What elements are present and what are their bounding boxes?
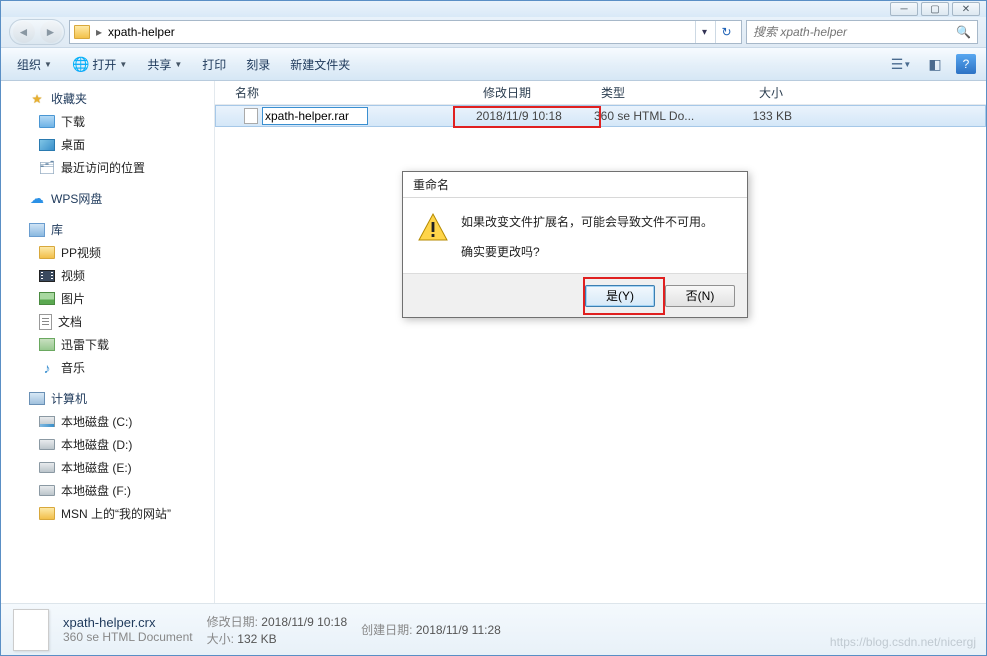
nav-recent[interactable]: 🗂最近访问的位置 xyxy=(1,156,214,179)
column-type[interactable]: 类型 xyxy=(593,84,713,101)
column-headers: 名称 修改日期 类型 大小 xyxy=(215,81,986,105)
music-icon: ♪ xyxy=(39,360,55,376)
star-icon: ★ xyxy=(29,91,45,107)
desktop-icon xyxy=(39,139,55,151)
nav-d-drive[interactable]: 本地磁盘 (D:) xyxy=(1,433,214,456)
dialog-message-2: 确实要更改吗? xyxy=(461,242,713,264)
nav-msn-site[interactable]: MSN 上的“我的网站” xyxy=(1,502,214,525)
cloud-icon: ☁ xyxy=(29,191,45,207)
preview-pane-button[interactable]: ◧ xyxy=(922,53,948,75)
breadcrumb[interactable]: ▸ xpath-helper ▾ ↻ xyxy=(69,20,742,44)
explorer-window: ─ ▢ ✕ ◄ ► ▸ xpath-helper ▾ ↻ 🔍 组织 ▼ 🌐打开 … xyxy=(0,0,987,656)
print-button[interactable]: 打印 xyxy=(196,53,232,76)
download-icon xyxy=(39,338,55,351)
details-filetype: 360 se HTML Document xyxy=(63,630,193,644)
nav-libraries-header[interactable]: 库 xyxy=(1,218,214,241)
forward-button[interactable]: ► xyxy=(40,21,62,43)
nav-videos[interactable]: 视频 xyxy=(1,264,214,287)
search-icon[interactable]: 🔍 xyxy=(956,25,971,39)
download-folder-icon xyxy=(39,115,55,128)
file-row[interactable]: 2018/11/9 10:18 360 se HTML Do... 133 KB xyxy=(215,105,986,127)
drive-icon xyxy=(39,462,55,473)
details-size-label: 大小: xyxy=(207,632,234,646)
file-large-icon xyxy=(13,609,49,651)
folder-icon xyxy=(74,25,90,39)
burn-button[interactable]: 刻录 xyxy=(240,53,276,76)
warning-icon xyxy=(417,212,449,244)
details-size: 132 KB xyxy=(237,632,276,646)
picture-icon xyxy=(39,292,55,305)
nav-favorites-header[interactable]: ★收藏夹 xyxy=(1,87,214,110)
nav-downloads[interactable]: 下载 xyxy=(1,110,214,133)
recent-icon: 🗂 xyxy=(39,160,55,176)
new-folder-button[interactable]: 新建文件夹 xyxy=(284,53,356,76)
refresh-button[interactable]: ↻ xyxy=(715,21,737,43)
details-moddate: 2018/11/9 10:18 xyxy=(261,615,347,629)
nav-pictures[interactable]: 图片 xyxy=(1,287,214,310)
dialog-message-1: 如果改变文件扩展名，可能会导致文件不可用。 xyxy=(461,212,713,234)
toolbar: 组织 ▼ 🌐打开 ▼ 共享 ▼ 打印 刻录 新建文件夹 ☰ ▼ ◧ ? xyxy=(1,47,986,81)
view-options-button[interactable]: ☰ ▼ xyxy=(888,53,914,75)
file-type: 360 se HTML Do... xyxy=(594,109,714,123)
share-menu[interactable]: 共享 ▼ xyxy=(141,53,188,76)
dialog-title: 重命名 xyxy=(403,172,747,198)
rename-dialog: 重命名 如果改变文件扩展名，可能会导致文件不可用。 确实要更改吗? 是(Y) 否… xyxy=(402,171,748,318)
content-area: ★收藏夹 下载 桌面 🗂最近访问的位置 ☁WPS网盘 库 PP视频 视频 图片 … xyxy=(1,81,986,603)
titlebar: ─ ▢ ✕ xyxy=(1,1,986,17)
column-date[interactable]: 修改日期 xyxy=(475,84,593,101)
computer-icon xyxy=(29,392,45,405)
navigation-pane: ★收藏夹 下载 桌面 🗂最近访问的位置 ☁WPS网盘 库 PP视频 视频 图片 … xyxy=(1,81,215,603)
open-menu[interactable]: 🌐打开 ▼ xyxy=(66,53,133,76)
nav-e-drive[interactable]: 本地磁盘 (E:) xyxy=(1,456,214,479)
globe-icon: 🌐 xyxy=(72,56,89,73)
details-moddate-label: 修改日期: xyxy=(207,615,258,629)
file-date: 2018/11/9 10:18 xyxy=(476,109,594,123)
path-separator-icon: ▸ xyxy=(96,25,102,39)
drive-icon xyxy=(39,439,55,450)
document-icon xyxy=(39,314,52,330)
search-box[interactable]: 🔍 xyxy=(746,20,978,44)
nav-f-drive[interactable]: 本地磁盘 (F:) xyxy=(1,479,214,502)
drive-icon xyxy=(39,416,55,427)
maximize-button[interactable]: ▢ xyxy=(921,2,949,16)
file-size: 133 KB xyxy=(714,109,792,123)
folder-icon xyxy=(39,246,55,259)
nav-back-forward: ◄ ► xyxy=(9,19,65,45)
minimize-button[interactable]: ─ xyxy=(890,2,918,16)
column-name[interactable]: 名称 xyxy=(215,84,475,101)
nav-desktop[interactable]: 桌面 xyxy=(1,133,214,156)
details-created: 2018/11/9 11:28 xyxy=(416,623,501,637)
organize-menu[interactable]: 组织 ▼ xyxy=(11,53,58,76)
nav-c-drive[interactable]: 本地磁盘 (C:) xyxy=(1,410,214,433)
path-dropdown-button[interactable]: ▾ xyxy=(695,21,713,43)
file-icon xyxy=(244,108,258,124)
address-bar: ◄ ► ▸ xpath-helper ▾ ↻ 🔍 xyxy=(1,17,986,47)
nav-xunlei[interactable]: 迅雷下载 xyxy=(1,333,214,356)
library-icon xyxy=(29,223,45,237)
file-list-pane: 名称 修改日期 类型 大小 2018/11/9 10:18 360 se HTM… xyxy=(215,81,986,603)
details-created-label: 创建日期: xyxy=(361,623,412,637)
video-icon xyxy=(39,270,55,282)
details-pane: xpath-helper.crx 360 se HTML Document 修改… xyxy=(1,603,986,655)
help-button[interactable]: ? xyxy=(956,54,976,74)
breadcrumb-folder[interactable]: xpath-helper xyxy=(108,25,175,39)
column-size[interactable]: 大小 xyxy=(713,84,791,101)
nav-computer-header[interactable]: 计算机 xyxy=(1,387,214,410)
yes-button[interactable]: 是(Y) xyxy=(585,285,655,307)
details-filename: xpath-helper.crx xyxy=(63,615,193,630)
nav-documents[interactable]: 文档 xyxy=(1,310,214,333)
nav-wps-header[interactable]: ☁WPS网盘 xyxy=(1,187,214,210)
folder-icon xyxy=(39,507,55,520)
search-input[interactable] xyxy=(753,25,956,39)
rename-input[interactable] xyxy=(262,107,368,125)
nav-pp-video[interactable]: PP视频 xyxy=(1,241,214,264)
back-button[interactable]: ◄ xyxy=(13,21,35,43)
close-button[interactable]: ✕ xyxy=(952,2,980,16)
nav-music[interactable]: ♪音乐 xyxy=(1,356,214,379)
no-button[interactable]: 否(N) xyxy=(665,285,735,307)
drive-icon xyxy=(39,485,55,496)
